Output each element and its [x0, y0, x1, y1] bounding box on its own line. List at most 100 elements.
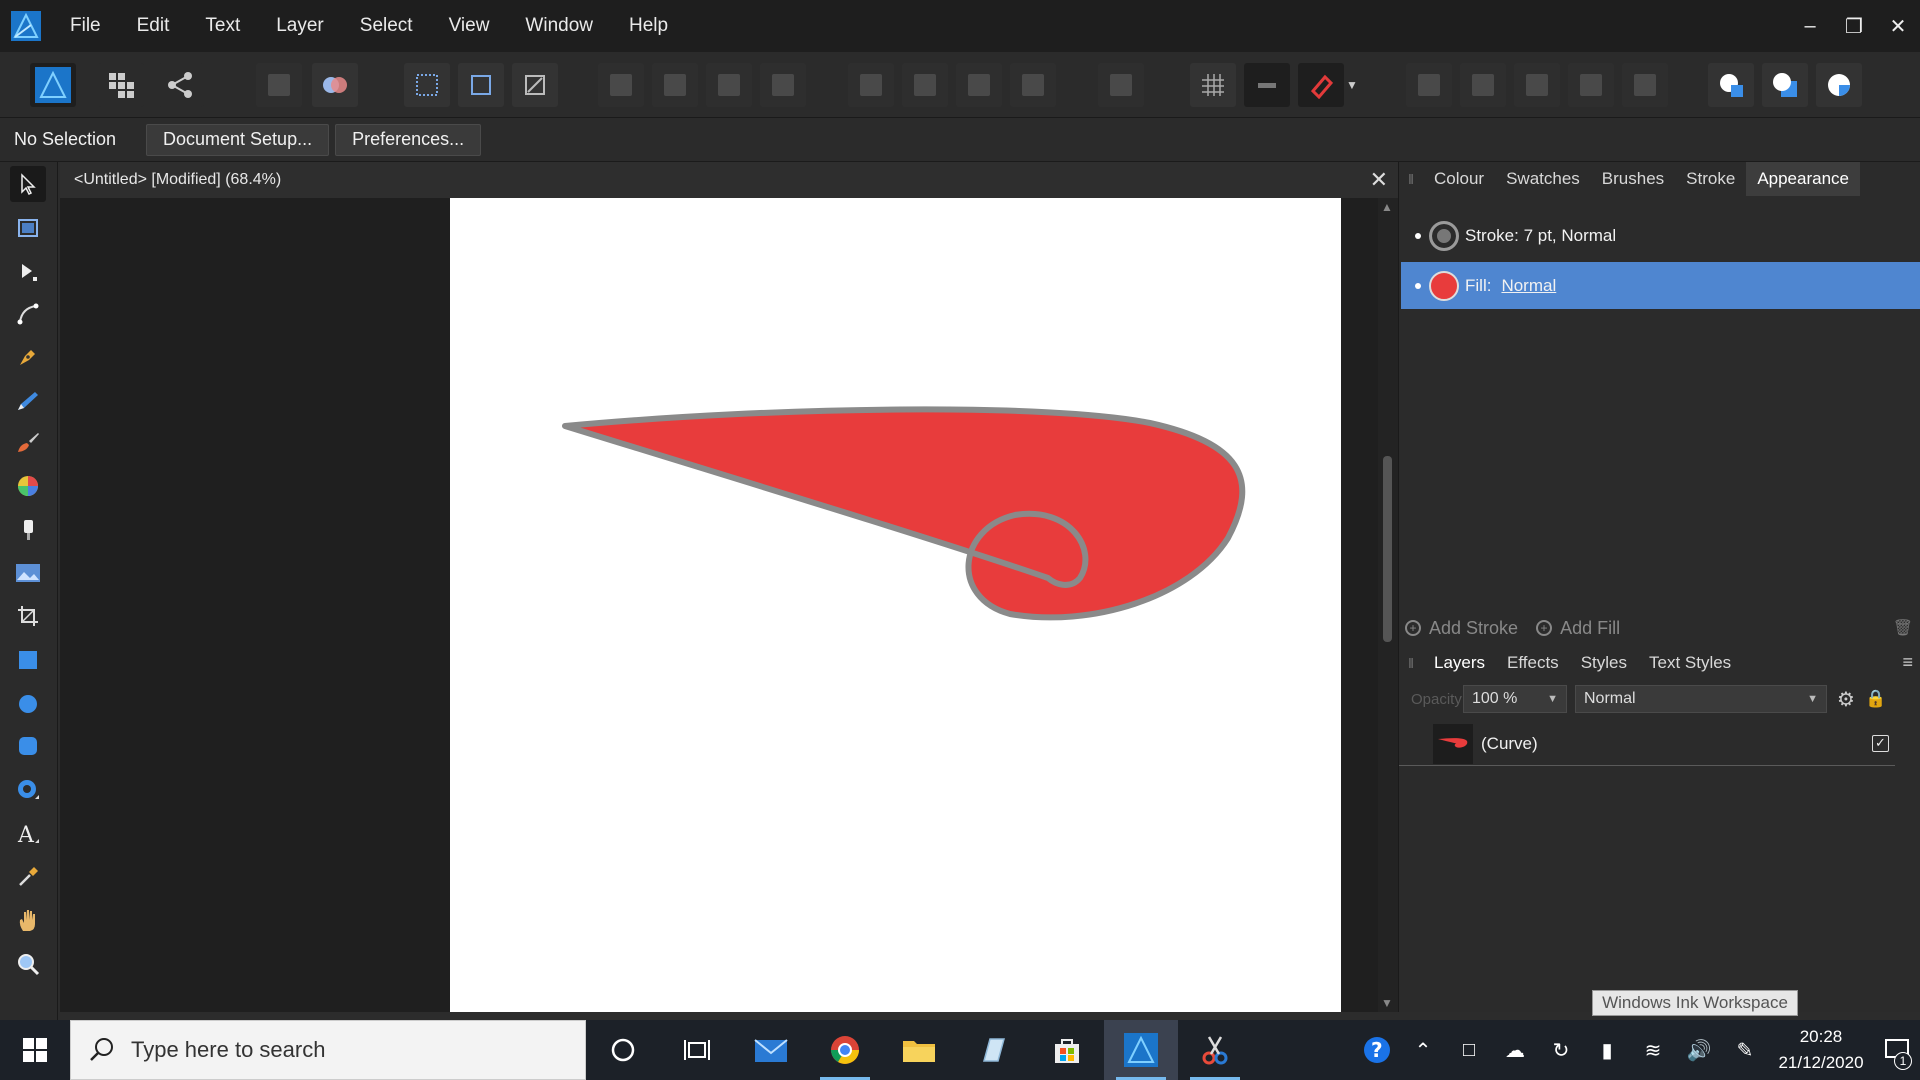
- mail-app[interactable]: [734, 1020, 808, 1080]
- notes-app[interactable]: [956, 1020, 1030, 1080]
- snap-options-button[interactable]: [1244, 63, 1290, 107]
- tab-layers[interactable]: Layers: [1423, 646, 1497, 680]
- artboard-tool[interactable]: [10, 210, 46, 246]
- document-setup-button[interactable]: Document Setup...: [146, 123, 330, 156]
- insert-inside-button[interactable]: [1708, 63, 1754, 107]
- menu-text[interactable]: Text: [187, 0, 258, 52]
- tab-styles[interactable]: Styles: [1570, 646, 1638, 680]
- pen-tool[interactable]: [10, 339, 46, 375]
- tab-swatches[interactable]: Swatches: [1495, 162, 1591, 196]
- restore-button[interactable]: ❐: [1832, 0, 1876, 52]
- fill-blend-mode-link[interactable]: Normal: [1501, 276, 1556, 296]
- snapping-manager-button[interactable]: [312, 63, 358, 107]
- tab-colour[interactable]: Colour: [1423, 162, 1495, 196]
- tab-text-styles[interactable]: Text Styles: [1638, 646, 1742, 680]
- intersect-boolean-button[interactable]: [1514, 63, 1560, 107]
- close-window-button[interactable]: ✕: [1876, 0, 1920, 52]
- scroll-up-icon[interactable]: ▲: [1381, 200, 1393, 214]
- flip-vertical-button[interactable]: [902, 63, 948, 107]
- insert-behind-button[interactable]: [1762, 63, 1808, 107]
- preferences-button[interactable]: Preferences...: [335, 123, 482, 156]
- move-forward-one-button[interactable]: [706, 63, 752, 107]
- scroll-thumb[interactable]: [1383, 456, 1392, 642]
- stroke-swatch[interactable]: [1429, 220, 1459, 251]
- layer-visibility-checkbox[interactable]: ✓: [1872, 735, 1889, 752]
- gear-icon[interactable]: ⚙: [1837, 687, 1855, 712]
- panel-menu-icon[interactable]: ≡: [1902, 652, 1913, 673]
- color-picker-tool[interactable]: [10, 859, 46, 895]
- tab-appearance[interactable]: Appearance: [1746, 162, 1860, 196]
- task-view-button[interactable]: [660, 1020, 734, 1080]
- lock-icon[interactable]: 🔒: [1865, 689, 1886, 709]
- transform-select-button[interactable]: [404, 63, 450, 107]
- windows-ink-icon[interactable]: ✎: [1722, 1020, 1768, 1080]
- minimize-button[interactable]: –: [1788, 0, 1832, 52]
- xor-boolean-button[interactable]: [1568, 63, 1614, 107]
- visibility-dot-icon[interactable]: [1415, 282, 1421, 289]
- affinity-designer-app[interactable]: [1104, 1020, 1178, 1080]
- move-back-one-button[interactable]: [652, 63, 698, 107]
- file-explorer-app[interactable]: [882, 1020, 956, 1080]
- transform-origin-button[interactable]: [458, 63, 504, 107]
- move-to-back-button[interactable]: [598, 63, 644, 107]
- sync-icon[interactable]: ↻: [1538, 1020, 1584, 1080]
- zoom-tool[interactable]: [10, 946, 46, 982]
- chrome-app[interactable]: [808, 1020, 882, 1080]
- chevron-up-icon[interactable]: ⌃: [1400, 1020, 1446, 1080]
- appearance-fill-row[interactable]: Fill: Normal: [1401, 262, 1920, 309]
- add-boolean-button[interactable]: [1406, 63, 1452, 107]
- donut-tool[interactable]: [10, 772, 46, 808]
- menu-edit[interactable]: Edit: [119, 0, 188, 52]
- rounded-rectangle-tool[interactable]: [10, 728, 46, 764]
- start-button[interactable]: [0, 1020, 70, 1080]
- rectangle-tool[interactable]: [10, 642, 46, 678]
- node-tool[interactable]: [10, 254, 46, 290]
- move-to-front-button[interactable]: [760, 63, 806, 107]
- fill-swatch[interactable]: [1429, 270, 1459, 301]
- view-tool[interactable]: [10, 902, 46, 938]
- insert-top-button[interactable]: [1816, 63, 1862, 107]
- tab-stroke[interactable]: Stroke: [1675, 162, 1746, 196]
- place-image-tool[interactable]: [10, 555, 46, 591]
- transform-mode-button[interactable]: [512, 63, 558, 107]
- align-button[interactable]: [1098, 63, 1144, 107]
- meet-now-icon[interactable]: □: [1446, 1020, 1492, 1080]
- menu-file[interactable]: File: [52, 0, 119, 52]
- crop-tool[interactable]: [10, 598, 46, 634]
- pencil-tool[interactable]: [10, 383, 46, 419]
- curve-shape[interactable]: [450, 198, 1341, 1012]
- visibility-dot-icon[interactable]: [1415, 232, 1421, 239]
- designer-persona-button[interactable]: [30, 63, 76, 107]
- artboard-canvas[interactable]: [450, 198, 1341, 1012]
- divide-boolean-button[interactable]: [1622, 63, 1668, 107]
- scroll-down-icon[interactable]: ▼: [1381, 996, 1393, 1010]
- transparency-tool[interactable]: [10, 512, 46, 548]
- menu-select[interactable]: Select: [342, 0, 431, 52]
- panel-grip-icon[interactable]: ‖: [1399, 655, 1423, 671]
- blend-mode-select[interactable]: Normal ▼: [1575, 685, 1827, 713]
- help-icon[interactable]: ?: [1354, 1020, 1400, 1080]
- subtract-boolean-button[interactable]: [1460, 63, 1506, 107]
- appearance-stroke-row[interactable]: Stroke: 7 pt, Normal: [1401, 212, 1920, 259]
- volume-icon[interactable]: 🔊: [1676, 1020, 1722, 1080]
- flip-horizontal-button[interactable]: [848, 63, 894, 107]
- vector-brush-tool[interactable]: [10, 425, 46, 461]
- add-fill-button[interactable]: + Add Fill: [1536, 618, 1620, 639]
- assistant-button[interactable]: [256, 63, 302, 107]
- add-stroke-button[interactable]: + Add Stroke: [1405, 618, 1518, 639]
- onedrive-cloud-icon[interactable]: ☁: [1492, 1020, 1538, 1080]
- snapping-button[interactable]: [1298, 63, 1344, 107]
- panel-grip-icon[interactable]: ‖: [1399, 171, 1423, 187]
- ellipse-tool[interactable]: [10, 686, 46, 722]
- snap-to-grid-button[interactable]: [1190, 63, 1236, 107]
- fill-tool[interactable]: [10, 468, 46, 504]
- vertical-scrollbar[interactable]: ▲ ▼: [1378, 198, 1398, 1012]
- pixel-persona-button[interactable]: [98, 63, 144, 107]
- taskbar-clock[interactable]: 20:28 21/12/2020: [1768, 1024, 1874, 1076]
- move-tool[interactable]: [10, 166, 46, 202]
- opacity-combo[interactable]: 100 % ▼: [1463, 685, 1567, 713]
- store-app[interactable]: [1030, 1020, 1104, 1080]
- snip-sketch-app[interactable]: [1178, 1020, 1252, 1080]
- tab-brushes[interactable]: Brushes: [1591, 162, 1675, 196]
- point-transform-tool[interactable]: [10, 296, 46, 332]
